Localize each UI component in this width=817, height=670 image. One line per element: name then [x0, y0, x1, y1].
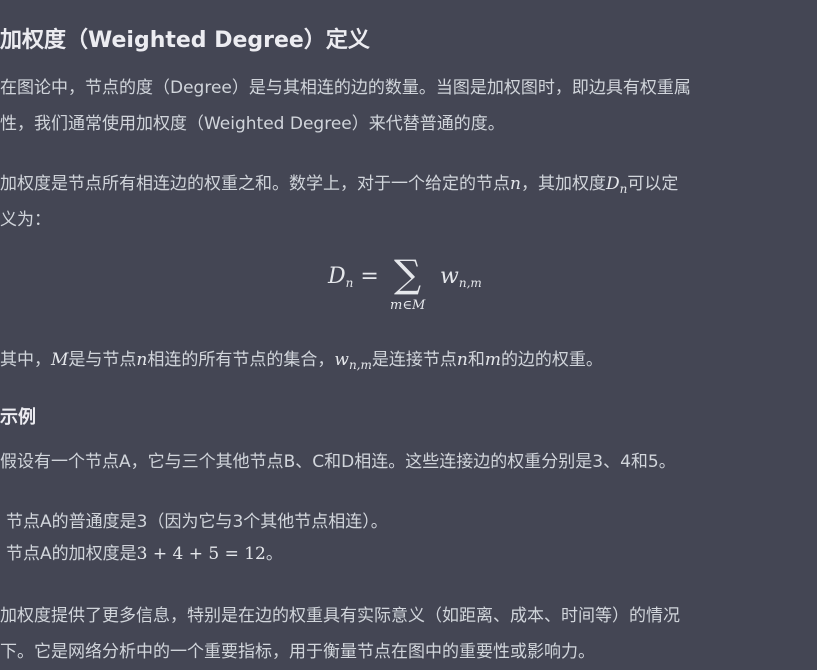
formula-lhs: Dn =: [328, 264, 386, 290]
example-line: 假设有一个节点A，它与三个其他节点B、C和D相连。这些连接边的权重分别是3、4和…: [0, 452, 676, 472]
math-var-n-3: n: [456, 350, 468, 370]
conclusion-line-1: 加权度提供了更多信息，特别是在边的权重具有实际意义（如距离、成本、时间等）的情况: [0, 606, 680, 626]
formula-w-sub: n,m: [458, 276, 482, 290]
summation-symbol: ∑: [394, 252, 422, 296]
document-page: 加权度（Weighted Degree）定义 在图论中，节点的度（Degree）…: [0, 0, 817, 668]
bullet2-math: 3 + 4 + 5 = 12: [136, 544, 266, 564]
math-var-w: w: [334, 350, 349, 370]
list-item: 节点A的加权度是3 + 4 + 5 = 12。: [0, 538, 388, 570]
formula-D: D: [328, 264, 346, 289]
conclusion-paragraph: 加权度提供了更多信息，特别是在边的权重具有实际意义（如距离、成本、时间等）的情况…: [0, 598, 812, 670]
section-title: 加权度（Weighted Degree）定义: [0, 28, 370, 53]
formula-term: wn,m: [440, 264, 482, 290]
conclusion-line-2: 下。它是网络分析中的一个重要指标，用于衡量节点在图中的重要性或影响力。: [0, 642, 595, 662]
example-list: 节点A的普通度是3（因为它与3个其他节点相连）。 节点A的加权度是3 + 4 +…: [0, 506, 388, 570]
weighted-degree-formula: Dn = ∑ m∈M wn,m: [318, 254, 508, 324]
bullet2-end: 。: [265, 544, 283, 564]
intro-line-2: 性，我们通常使用加权度（Weighted Degree）来代替普通的度。: [0, 114, 505, 134]
list-item: 节点A的普通度是3（因为它与3个其他节点相连）。: [6, 512, 388, 532]
example-heading: 示例: [0, 407, 36, 428]
formula-equals: =: [353, 264, 386, 289]
definition-paragraph: 加权度是节点所有相连边的权重之和。数学上，对于一个给定的节点n，其加权度Dn可以…: [0, 166, 812, 238]
math-var-n-2: n: [136, 350, 148, 370]
where-text-4: 是连接节点: [371, 350, 457, 370]
math-sub-nm: n,m: [348, 358, 372, 372]
math-var-n: n: [510, 174, 521, 194]
where-text-2: 是与节点: [68, 350, 137, 370]
definition-text-3: 可以定: [627, 174, 679, 194]
formula-w: w: [440, 264, 459, 289]
where-text-5: 和: [467, 350, 485, 370]
where-text-1: 其中，: [0, 350, 51, 370]
example-paragraph: 假设有一个节点A，它与三个其他节点B、C和D相连。这些连接边的权重分别是3、4和…: [0, 444, 812, 480]
where-paragraph: 其中，M是与节点n相连的所有节点的集合，wn,m是连接节点n和m的边的权重。: [0, 342, 812, 378]
definition-line-1: 加权度是节点所有相连边的权重之和。数学上，对于一个给定的节点n，其加权度Dn可以…: [0, 166, 812, 202]
where-text-3: 相连的所有节点的集合，: [147, 350, 335, 370]
where-line: 其中，M是与节点n相连的所有节点的集合，wn,m是连接节点n和m的边的权重。: [0, 342, 812, 378]
math-var-m: m: [484, 350, 501, 370]
definition-text-1: 加权度是节点所有相连边的权重之和。数学上，对于一个给定的节点: [0, 174, 510, 194]
definition-text-2: ，其加权度: [520, 174, 606, 194]
summation-range: m∈M: [390, 298, 426, 313]
intro-paragraph: 在图论中，节点的度（Degree）是与其相连的边的数量。当图是加权图时，即边具有…: [0, 70, 812, 142]
intro-line-1: 在图论中，节点的度（Degree）是与其相连的边的数量。当图是加权图时，即边具有…: [0, 78, 691, 98]
definition-line-2: 义为：: [0, 210, 51, 230]
bullet2-text: 节点A的加权度是: [6, 544, 137, 564]
where-text-6: 的边的权重。: [500, 350, 603, 370]
math-var-D: D: [605, 174, 620, 194]
math-var-M: M: [51, 350, 69, 370]
